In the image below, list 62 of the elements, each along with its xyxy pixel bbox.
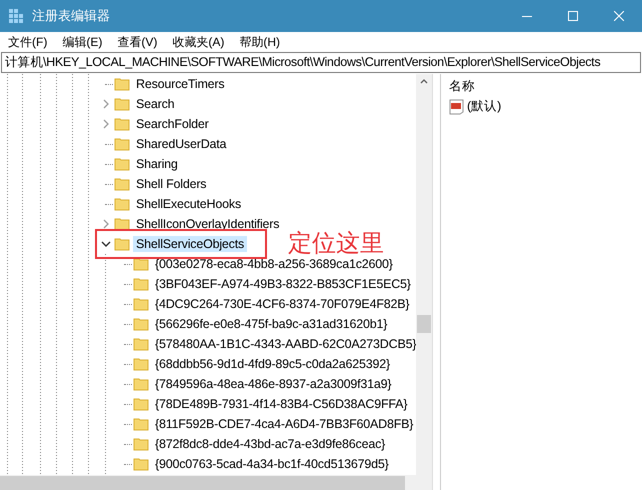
folder-icon [114, 176, 130, 192]
tree-item[interactable]: {900c0763-5cad-4a34-bc1f-40cd513679d5} [152, 456, 392, 472]
vertical-scrollbar[interactable] [416, 74, 432, 475]
tree-item[interactable]: ShellExecuteHooks [133, 196, 244, 212]
folder-icon [133, 356, 149, 372]
tree-item[interactable]: {578480AA-1B1C-4343-AABD-62C0A273DCB5} [152, 336, 416, 352]
folder-icon [114, 76, 130, 92]
folder-icon [133, 276, 149, 292]
folder-icon [133, 376, 149, 392]
annotation-text: 定位这里 [288, 230, 384, 259]
value-name[interactable]: (默认) [467, 98, 502, 115]
folder-icon [114, 236, 130, 252]
horizontal-scrollbar[interactable] [0, 475, 432, 490]
folder-icon [133, 296, 149, 312]
folder-icon [114, 216, 130, 232]
folder-icon [133, 416, 149, 432]
address-field[interactable]: 计算机\HKEY_LOCAL_MACHINE\SOFTWARE\Microsoft\Windows\CurrentVersion\Explorer\ShellServiceObjects [1, 52, 641, 73]
tree-item[interactable]: SharedUserData [133, 136, 230, 152]
folder-icon [114, 96, 130, 112]
scrollbar-thumb[interactable] [417, 315, 431, 333]
tree-item[interactable]: {78DE489B-7931-4f14-83B4-C56D38AC9FFA} [152, 396, 410, 412]
close-icon [614, 11, 624, 21]
chevron-right-icon[interactable] [102, 119, 110, 129]
menu-item[interactable]: 文件(F) [2, 34, 56, 50]
tree-item[interactable]: {566296fe-e0e8-475f-ba9c-a31ad31620b1} [152, 316, 390, 332]
tree-item[interactable]: {7849596a-48ea-486e-8937-a2a3009f31a9} [152, 376, 394, 392]
folder-icon [133, 456, 149, 472]
menu-item[interactable]: 收藏夹(A) [166, 34, 234, 50]
scroll-up-icon[interactable] [420, 79, 428, 84]
folder-icon [133, 396, 149, 412]
tree-item[interactable]: SearchFolder [133, 116, 212, 132]
window-title: 注册表编辑器 [32, 7, 111, 25]
folder-icon [133, 436, 149, 452]
menu-item[interactable]: 帮助(H) [233, 34, 289, 50]
tree-item[interactable]: Search [133, 96, 178, 112]
chevron-right-icon[interactable] [102, 219, 110, 229]
tree-item[interactable]: Sharing [133, 156, 181, 172]
chevron-right-icon[interactable] [102, 99, 110, 109]
column-header[interactable]: 名称 [449, 78, 634, 98]
registry-icon [8, 8, 24, 24]
folder-icon [114, 196, 130, 212]
folder-icon [133, 316, 149, 332]
folder-icon [114, 136, 130, 152]
tree-item[interactable]: {4DC9C264-730E-4CF6-8374-70F079E4F82B} [152, 296, 412, 312]
tree-item[interactable]: ResourceTimers [133, 76, 228, 92]
tree-item[interactable]: {003e0278-eca8-4bb8-a256-3689ca1c2600} [152, 256, 396, 272]
folder-icon [133, 336, 149, 352]
menu-item[interactable]: 编辑(E) [56, 34, 112, 50]
folder-icon [114, 156, 130, 172]
tree-item[interactable]: {811F592B-CDE7-4ca4-A6D4-7BB3F60AD8FB} [152, 416, 416, 432]
tree-item[interactable]: {872f8dc8-dde4-43bd-ac7a-e3d9fe86ceac} [152, 436, 388, 452]
chevron-down-icon[interactable] [101, 240, 111, 248]
tree-item[interactable]: {68ddbb56-9d1d-4fd9-89c5-c0da2a625392} [152, 356, 393, 372]
folder-icon [133, 256, 149, 272]
menu-item[interactable]: 查看(V) [111, 34, 166, 50]
tree-item[interactable]: Shell Folders [133, 176, 210, 192]
tree-item[interactable]: ShellIconOverlayIdentifiers [133, 216, 282, 232]
maximize-icon [568, 11, 578, 21]
string-value-icon [449, 98, 465, 114]
tree-item[interactable]: ShellServiceObjects [133, 236, 248, 252]
folder-icon [114, 116, 130, 132]
tree-item[interactable]: {3BF043EF-A974-49B3-8322-B853CF1E5EC5} [152, 276, 414, 292]
